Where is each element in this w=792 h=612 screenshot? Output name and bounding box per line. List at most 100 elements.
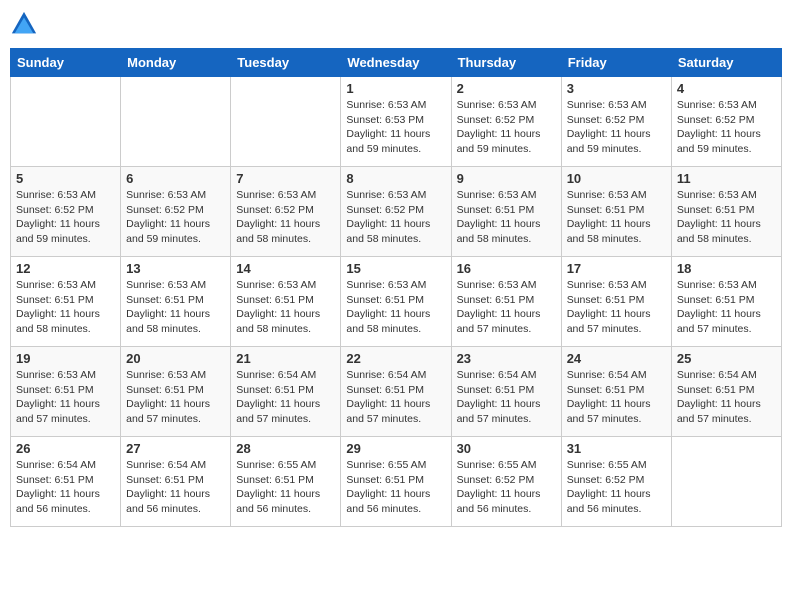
calendar-cell: 24Sunrise: 6:54 AM Sunset: 6:51 PM Dayli… bbox=[561, 347, 671, 437]
day-info: Sunrise: 6:53 AM Sunset: 6:52 PM Dayligh… bbox=[567, 98, 666, 157]
day-info: Sunrise: 6:54 AM Sunset: 6:51 PM Dayligh… bbox=[16, 458, 115, 517]
day-info: Sunrise: 6:55 AM Sunset: 6:51 PM Dayligh… bbox=[346, 458, 445, 517]
calendar-cell: 18 Sunrise: 6:53 AM Sunset: 6:51 PM Dayli… bbox=[671, 257, 781, 347]
calendar-cell: 16 Sunrise: 6:53 AM Sunset: 6:51 PM Dayli… bbox=[451, 257, 561, 347]
calendar-cell: 29Sunrise: 6:55 AM Sunset: 6:51 PM Dayli… bbox=[341, 437, 451, 527]
day-number: 19 bbox=[16, 351, 115, 366]
calendar-cell: 31 Sunrise: 6:55 AM Sunset: 6:52 PM Dayli… bbox=[561, 437, 671, 527]
day-info: Sunrise: 6:54 AM Sunset: 6:51 PM Dayligh… bbox=[126, 458, 225, 517]
calendar-cell: 13 Sunrise: 6:53 AM Sunset: 6:51 PM Dayli… bbox=[121, 257, 231, 347]
day-info: Sunrise: 6:54 AM Sunset: 6:51 PM Dayligh… bbox=[457, 368, 556, 427]
day-number: 30 bbox=[457, 441, 556, 456]
day-info: Sunrise: 6:53 AM Sunset: 6:52 PM Dayligh… bbox=[457, 98, 556, 157]
day-info: Sunrise: 6:53 AM Sunset: 6:52 PM Dayligh… bbox=[677, 98, 776, 157]
calendar-cell: 2 Sunrise: 6:53 AM Sunset: 6:52 PM Daylig… bbox=[451, 77, 561, 167]
calendar-cell: 9Sunrise: 6:53 AM Sunset: 6:51 PM Daylig… bbox=[451, 167, 561, 257]
day-info: Sunrise: 6:54 AM Sunset: 6:51 PM Dayligh… bbox=[677, 368, 776, 427]
day-info: Sunrise: 6:55 AM Sunset: 6:51 PM Dayligh… bbox=[236, 458, 335, 517]
day-number: 2 bbox=[457, 81, 556, 96]
day-number: 11 bbox=[677, 171, 776, 186]
day-info: Sunrise: 6:53 AM Sunset: 6:51 PM Dayligh… bbox=[346, 278, 445, 337]
week-row-5: 26Sunrise: 6:54 AM Sunset: 6:51 PM Dayli… bbox=[11, 437, 782, 527]
calendar-cell: 8Sunrise: 6:53 AM Sunset: 6:52 PM Daylig… bbox=[341, 167, 451, 257]
day-number: 31 bbox=[567, 441, 666, 456]
day-number: 7 bbox=[236, 171, 335, 186]
day-header-tuesday: Tuesday bbox=[231, 49, 341, 77]
page-header bbox=[10, 10, 782, 38]
calendar-cell: 21 Sunrise: 6:54 AM Sunset: 6:51 PM Dayli… bbox=[231, 347, 341, 437]
day-number: 23 bbox=[457, 351, 556, 366]
calendar-cell: 23 Sunrise: 6:54 AM Sunset: 6:51 PM Dayli… bbox=[451, 347, 561, 437]
calendar-cell: 19 Sunrise: 6:53 AM Sunset: 6:51 PM Dayli… bbox=[11, 347, 121, 437]
calendar-cell: 5 Sunrise: 6:53 AM Sunset: 6:52 PM Daylig… bbox=[11, 167, 121, 257]
day-number: 24 bbox=[567, 351, 666, 366]
day-number: 4 bbox=[677, 81, 776, 96]
day-info: Sunrise: 6:53 AM Sunset: 6:51 PM Dayligh… bbox=[126, 368, 225, 427]
day-number: 15 bbox=[346, 261, 445, 276]
day-info: Sunrise: 6:55 AM Sunset: 6:52 PM Dayligh… bbox=[457, 458, 556, 517]
day-number: 13 bbox=[126, 261, 225, 276]
day-number: 14 bbox=[236, 261, 335, 276]
day-header-friday: Friday bbox=[561, 49, 671, 77]
day-number: 9 bbox=[457, 171, 556, 186]
calendar-cell: 28 Sunrise: 6:55 AM Sunset: 6:51 PM Dayli… bbox=[231, 437, 341, 527]
day-header-thursday: Thursday bbox=[451, 49, 561, 77]
day-header-wednesday: Wednesday bbox=[341, 49, 451, 77]
day-info: Sunrise: 6:53 AM Sunset: 6:52 PM Dayligh… bbox=[126, 188, 225, 247]
day-number: 28 bbox=[236, 441, 335, 456]
calendar-cell: 6 Sunrise: 6:53 AM Sunset: 6:52 PM Daylig… bbox=[121, 167, 231, 257]
calendar-cell bbox=[671, 437, 781, 527]
day-info: Sunrise: 6:53 AM Sunset: 6:51 PM Dayligh… bbox=[567, 188, 666, 247]
day-info: Sunrise: 6:54 AM Sunset: 6:51 PM Dayligh… bbox=[236, 368, 335, 427]
day-number: 21 bbox=[236, 351, 335, 366]
day-info: Sunrise: 6:53 AM Sunset: 6:51 PM Dayligh… bbox=[236, 278, 335, 337]
calendar-cell: 12 Sunrise: 6:53 AM Sunset: 6:51 PM Dayli… bbox=[11, 257, 121, 347]
calendar-cell: 10 Sunrise: 6:53 AM Sunset: 6:51 PM Dayli… bbox=[561, 167, 671, 257]
logo-icon bbox=[10, 10, 38, 38]
day-number: 16 bbox=[457, 261, 556, 276]
day-header-sunday: Sunday bbox=[11, 49, 121, 77]
calendar-cell: 15 Sunrise: 6:53 AM Sunset: 6:51 PM Dayli… bbox=[341, 257, 451, 347]
day-info: Sunrise: 6:53 AM Sunset: 6:52 PM Dayligh… bbox=[236, 188, 335, 247]
day-number: 10 bbox=[567, 171, 666, 186]
day-info: Sunrise: 6:53 AM Sunset: 6:53 PM Dayligh… bbox=[346, 98, 445, 157]
day-number: 18 bbox=[677, 261, 776, 276]
calendar-table: SundayMondayTuesdayWednesdayThursdayFrid… bbox=[10, 48, 782, 527]
week-row-1: 1 Sunrise: 6:53 AM Sunset: 6:53 PM Daylig… bbox=[11, 77, 782, 167]
day-info: Sunrise: 6:53 AM Sunset: 6:51 PM Dayligh… bbox=[677, 188, 776, 247]
calendar-cell: 11 Sunrise: 6:53 AM Sunset: 6:51 PM Dayli… bbox=[671, 167, 781, 257]
days-header-row: SundayMondayTuesdayWednesdayThursdayFrid… bbox=[11, 49, 782, 77]
day-info: Sunrise: 6:53 AM Sunset: 6:51 PM Dayligh… bbox=[457, 278, 556, 337]
week-row-3: 12 Sunrise: 6:53 AM Sunset: 6:51 PM Dayli… bbox=[11, 257, 782, 347]
calendar-cell: 4 Sunrise: 6:53 AM Sunset: 6:52 PM Daylig… bbox=[671, 77, 781, 167]
day-number: 8 bbox=[346, 171, 445, 186]
day-number: 5 bbox=[16, 171, 115, 186]
day-number: 25 bbox=[677, 351, 776, 366]
day-number: 12 bbox=[16, 261, 115, 276]
day-number: 17 bbox=[567, 261, 666, 276]
calendar-cell: 26Sunrise: 6:54 AM Sunset: 6:51 PM Dayli… bbox=[11, 437, 121, 527]
day-header-saturday: Saturday bbox=[671, 49, 781, 77]
day-info: Sunrise: 6:53 AM Sunset: 6:51 PM Dayligh… bbox=[16, 278, 115, 337]
week-row-2: 5 Sunrise: 6:53 AM Sunset: 6:52 PM Daylig… bbox=[11, 167, 782, 257]
calendar-cell: 14 Sunrise: 6:53 AM Sunset: 6:51 PM Dayli… bbox=[231, 257, 341, 347]
day-info: Sunrise: 6:53 AM Sunset: 6:51 PM Dayligh… bbox=[677, 278, 776, 337]
day-info: Sunrise: 6:53 AM Sunset: 6:51 PM Dayligh… bbox=[16, 368, 115, 427]
day-info: Sunrise: 6:53 AM Sunset: 6:52 PM Dayligh… bbox=[16, 188, 115, 247]
calendar-cell: 17 Sunrise: 6:53 AM Sunset: 6:51 PM Dayli… bbox=[561, 257, 671, 347]
day-info: Sunrise: 6:53 AM Sunset: 6:51 PM Dayligh… bbox=[567, 278, 666, 337]
calendar-cell: 22 Sunrise: 6:54 AM Sunset: 6:51 PM Dayli… bbox=[341, 347, 451, 437]
week-row-4: 19 Sunrise: 6:53 AM Sunset: 6:51 PM Dayli… bbox=[11, 347, 782, 437]
calendar-cell: 7 Sunrise: 6:53 AM Sunset: 6:52 PM Daylig… bbox=[231, 167, 341, 257]
day-info: Sunrise: 6:55 AM Sunset: 6:52 PM Dayligh… bbox=[567, 458, 666, 517]
day-number: 27 bbox=[126, 441, 225, 456]
day-number: 1 bbox=[346, 81, 445, 96]
day-info: Sunrise: 6:54 AM Sunset: 6:51 PM Dayligh… bbox=[346, 368, 445, 427]
logo bbox=[10, 10, 42, 38]
day-info: Sunrise: 6:53 AM Sunset: 6:51 PM Dayligh… bbox=[126, 278, 225, 337]
day-number: 22 bbox=[346, 351, 445, 366]
day-number: 6 bbox=[126, 171, 225, 186]
calendar-cell: 1 Sunrise: 6:53 AM Sunset: 6:53 PM Daylig… bbox=[341, 77, 451, 167]
calendar-cell bbox=[11, 77, 121, 167]
calendar-cell: 20Sunrise: 6:53 AM Sunset: 6:51 PM Dayli… bbox=[121, 347, 231, 437]
